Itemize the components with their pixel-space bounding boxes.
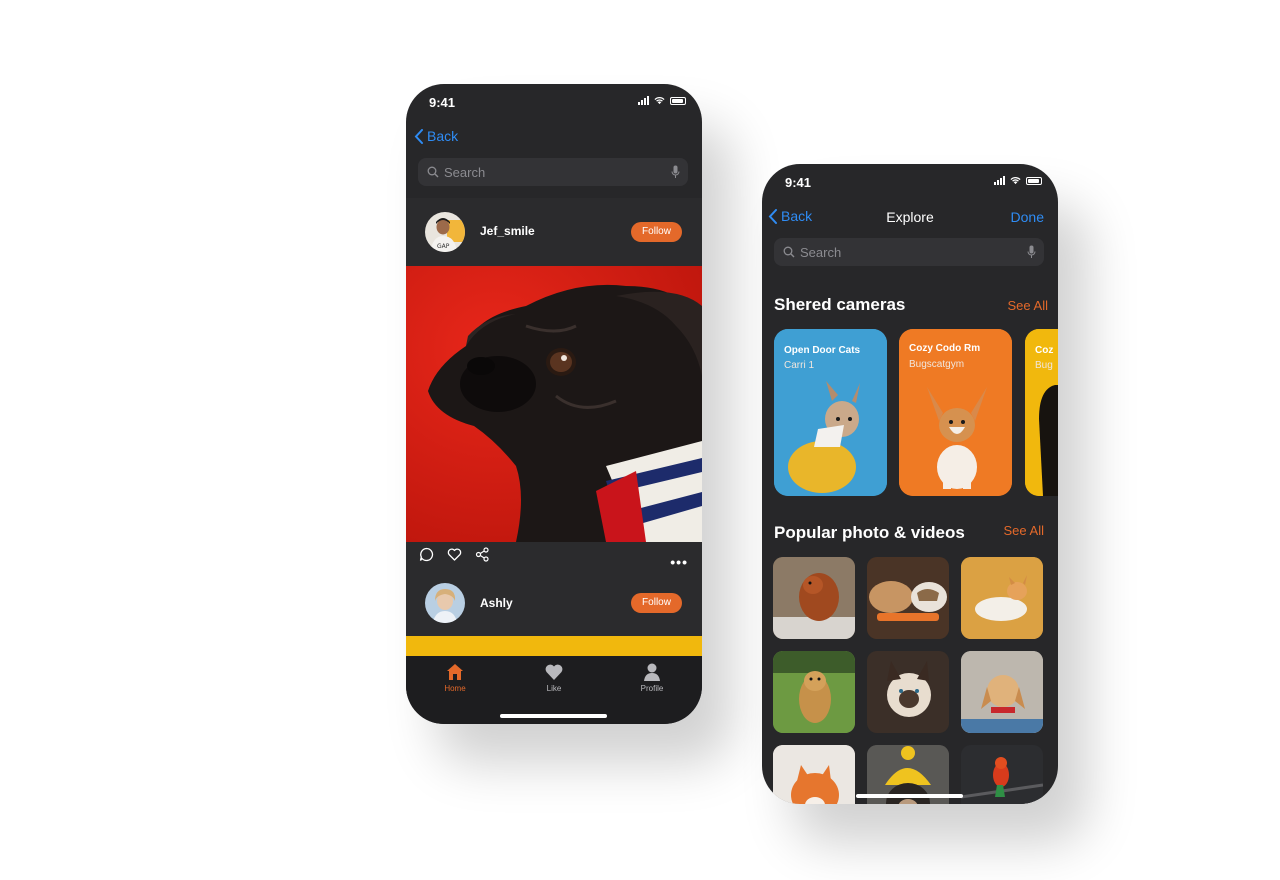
post-username[interactable]: Ashly [480, 596, 513, 610]
camera-card-title: Coz [1035, 345, 1054, 356]
see-all-link[interactable]: See All [1004, 523, 1044, 538]
photo-tile[interactable] [773, 557, 855, 639]
camera-card-title: Open Door Cats [784, 345, 861, 356]
battery-icon [1026, 176, 1042, 185]
photo-tile[interactable] [961, 651, 1043, 733]
photo-tile[interactable] [961, 745, 1043, 804]
wifi-icon [654, 97, 665, 105]
tab-profile[interactable]: Profile [622, 662, 682, 693]
status-icons [994, 176, 1042, 185]
search-placeholder: Search [444, 164, 486, 180]
done-button[interactable]: Done [1011, 209, 1044, 225]
search-input[interactable]: Search [774, 238, 1044, 266]
camera-card-subtitle: Carri 1 [784, 360, 815, 371]
post-header: GAP Jef_smile Follow [406, 198, 702, 266]
battery-icon [670, 96, 686, 105]
section-title: Shered cameras [774, 295, 906, 314]
search-icon [427, 166, 439, 178]
svg-text:GAP: GAP [437, 243, 450, 250]
search-icon [783, 246, 795, 258]
back-button[interactable]: Back [414, 128, 458, 144]
tab-label: Home [444, 684, 466, 693]
chevron-left-icon [414, 128, 423, 144]
camera-card[interactable]: Coz Bug [1025, 329, 1058, 496]
home-indicator[interactable] [500, 714, 607, 718]
photo-tile[interactable] [773, 651, 855, 733]
back-label: Back [427, 128, 459, 144]
tab-label: Profile [640, 684, 664, 693]
tab-home[interactable]: Home [425, 662, 485, 693]
camera-card[interactable]: Open Door Cats Carri 1 [774, 329, 887, 496]
avatar[interactable]: GAP [425, 212, 465, 252]
photo-tile[interactable] [867, 651, 949, 733]
status-bar: 9:41 [406, 84, 702, 120]
camera-card-subtitle: Bug [1035, 360, 1053, 371]
post-username[interactable]: Jef_smile [480, 224, 535, 238]
heart-icon [545, 664, 563, 680]
search-placeholder: Search [800, 244, 842, 260]
profile-icon [644, 663, 660, 681]
home-indicator[interactable] [856, 794, 963, 798]
see-all-link[interactable]: See All [1008, 298, 1048, 313]
section-title: Popular photo & videos [774, 523, 965, 542]
photo-tile[interactable] [867, 557, 949, 639]
photo-tile[interactable] [961, 557, 1043, 639]
avatar[interactable] [425, 583, 465, 623]
feed-phone: 9:41 Back Search GAP Jef_smile Follow ••… [406, 84, 702, 724]
microphone-icon[interactable] [1027, 245, 1036, 259]
tab-like[interactable]: Like [524, 662, 584, 693]
status-time: 9:41 [785, 175, 812, 190]
post-header: Ashly Follow [406, 573, 702, 636]
post-image[interactable] [406, 636, 702, 658]
status-icons [638, 96, 686, 105]
follow-button[interactable]: Follow [631, 222, 682, 242]
post-image[interactable] [406, 266, 702, 542]
wifi-icon [1010, 177, 1021, 185]
share-icon[interactable] [475, 547, 490, 562]
tab-label: Like [546, 684, 562, 693]
search-input[interactable]: Search [418, 158, 688, 186]
more-options-button[interactable]: ••• [670, 554, 688, 570]
comment-icon[interactable] [419, 547, 434, 562]
follow-button[interactable]: Follow [631, 593, 682, 613]
home-icon [447, 664, 463, 680]
microphone-icon[interactable] [671, 165, 680, 179]
camera-card[interactable]: Cozy Codo Rm Bugscatgym [899, 329, 1012, 496]
status-bar: 9:41 [762, 164, 1058, 200]
photo-tile[interactable] [773, 745, 855, 804]
camera-card-subtitle: Bugscatgym [909, 359, 965, 370]
heart-icon[interactable] [447, 547, 462, 562]
status-time: 9:41 [429, 95, 456, 110]
signal-icon [994, 176, 1005, 185]
explore-phone: 9:41 Back Explore Done Search Shered cam… [762, 164, 1058, 804]
signal-icon [638, 96, 649, 105]
camera-card-title: Cozy Codo Rm [909, 343, 981, 354]
